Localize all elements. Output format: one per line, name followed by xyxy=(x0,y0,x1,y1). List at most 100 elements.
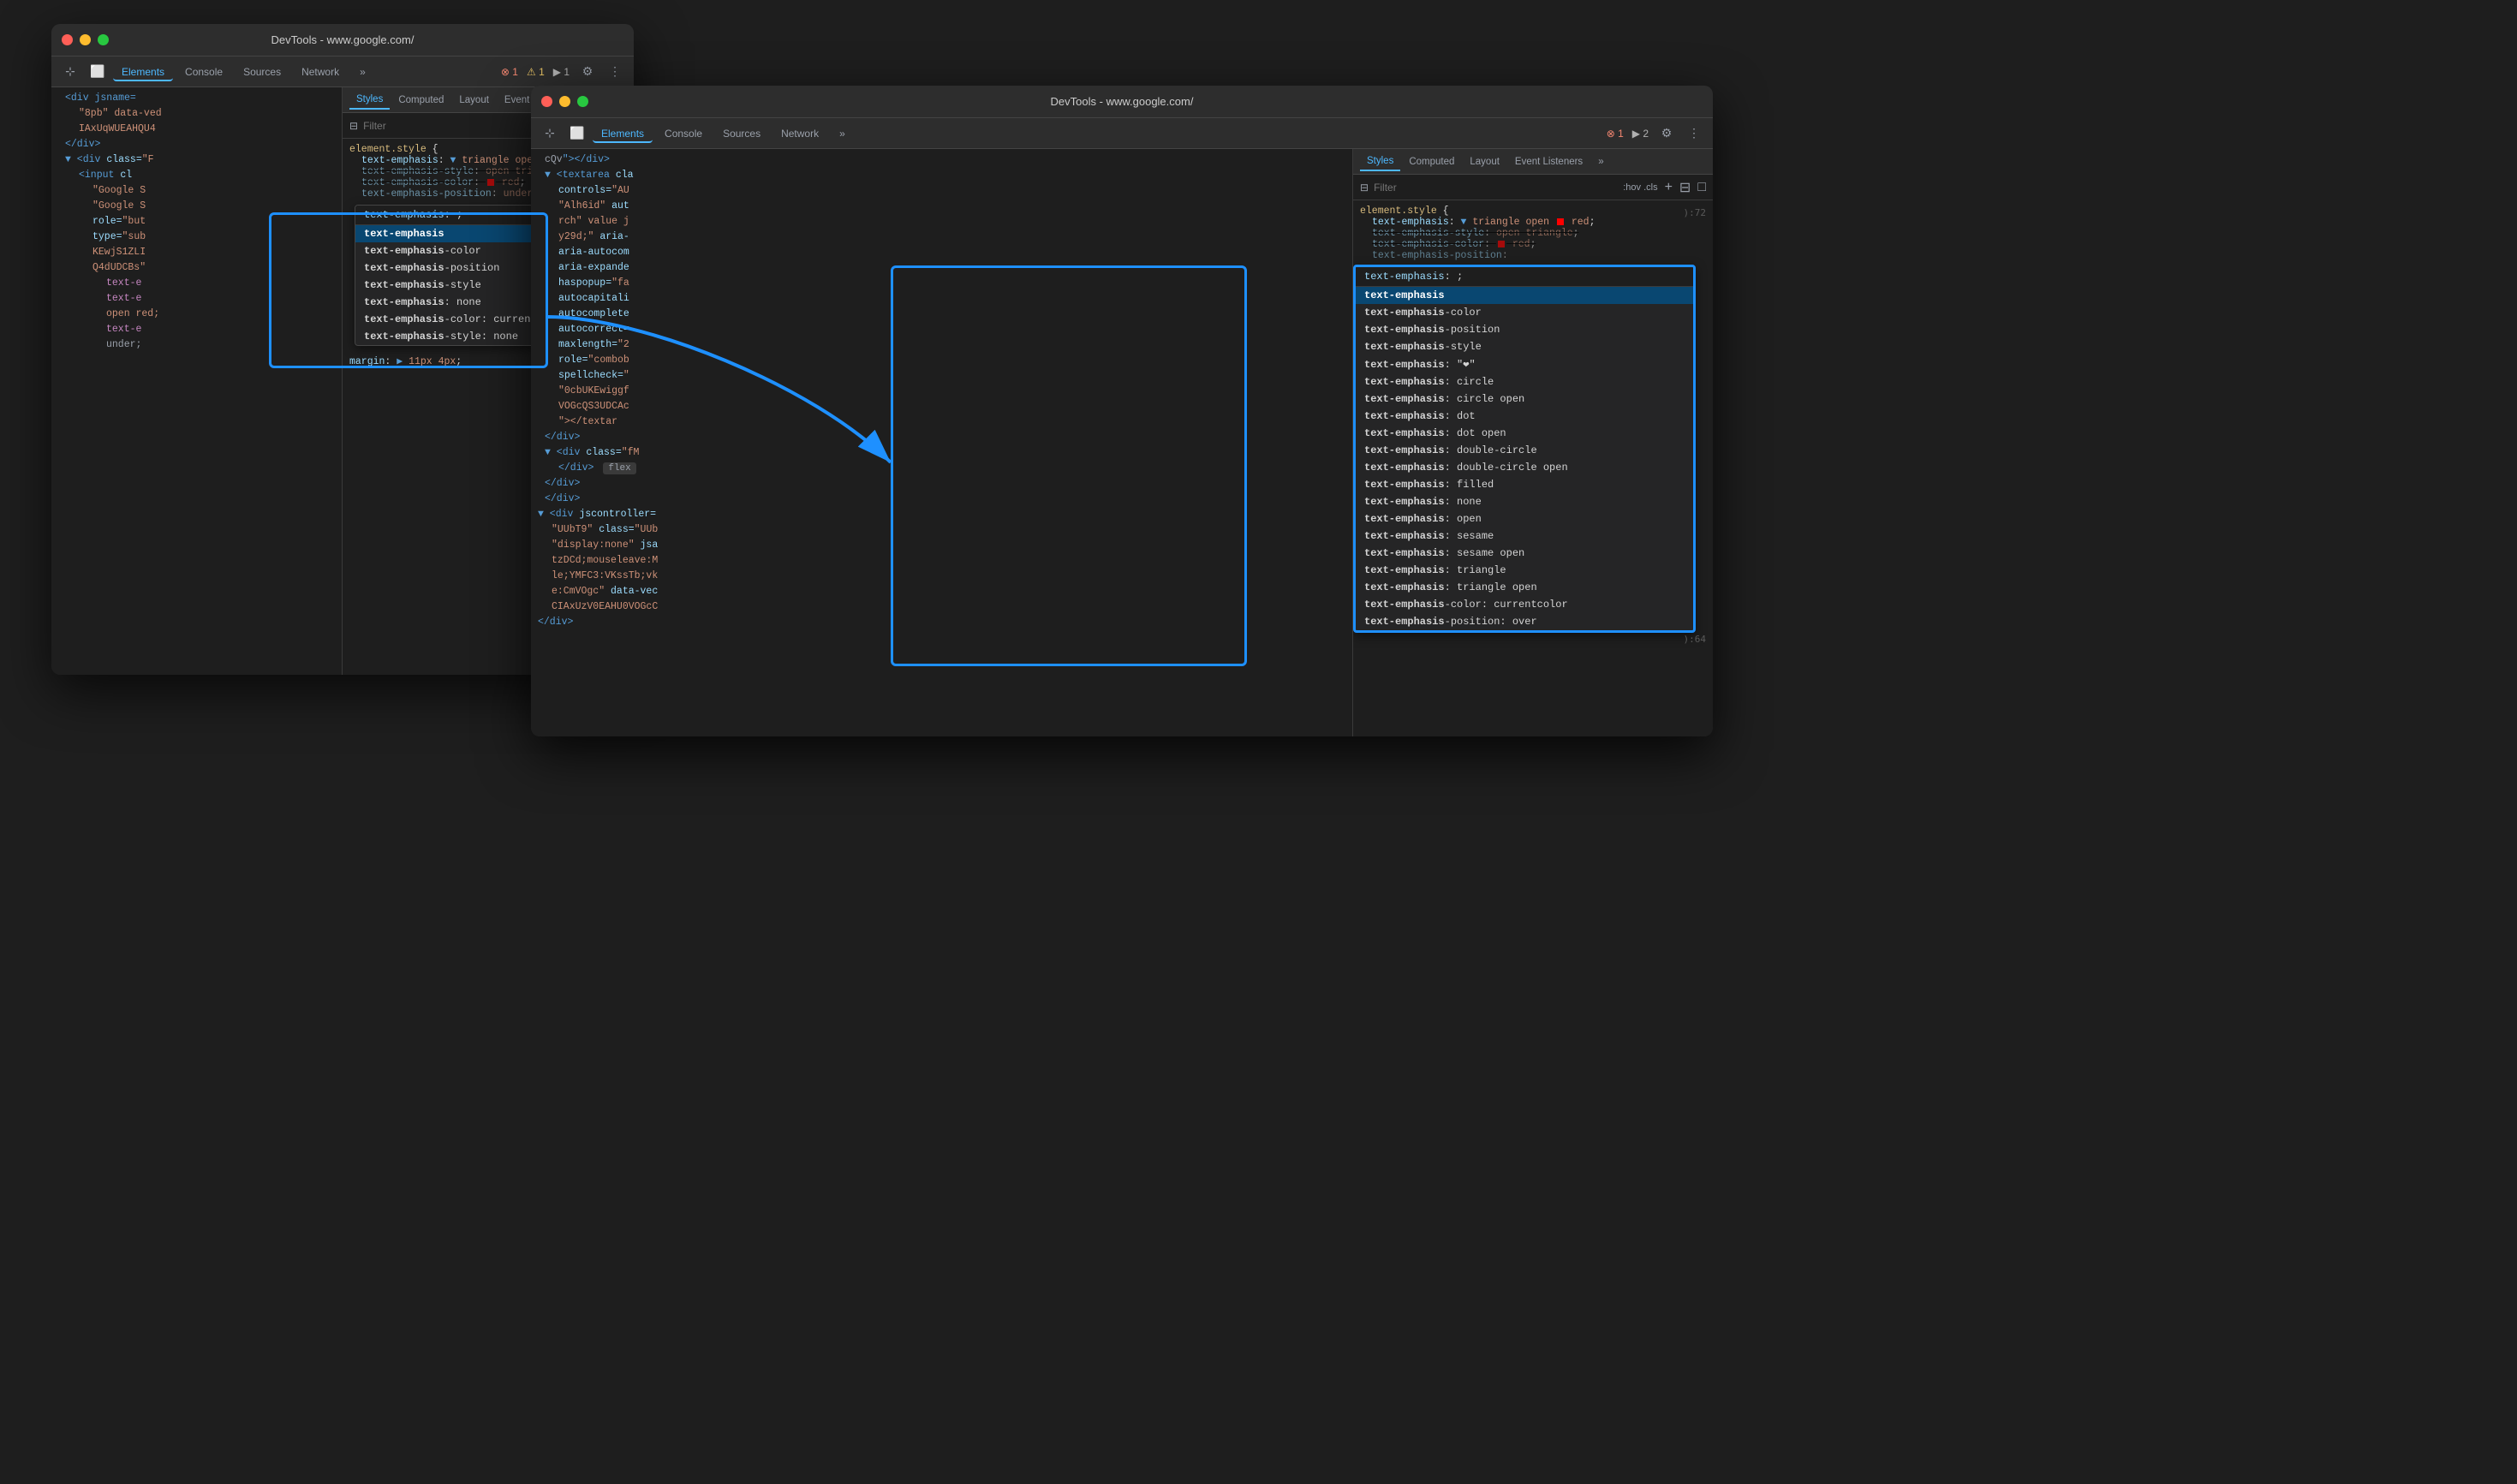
tab-more-bg[interactable]: » xyxy=(351,63,374,81)
ac-item-filled-fg[interactable]: text-emphasis: filled xyxy=(1356,476,1693,493)
tab-sources-bg[interactable]: Sources xyxy=(235,63,289,81)
dom-line-fg[interactable]: </div> flex xyxy=(531,461,1352,476)
computed-icon-fg[interactable]: □ xyxy=(1697,180,1706,195)
dom-line[interactable]: KEwjS1ZLI xyxy=(51,245,342,260)
dom-line-fg[interactable]: ▼ <textarea cla xyxy=(531,168,1352,183)
dom-line-fg[interactable]: autocapitali xyxy=(531,291,1352,307)
tab-network-bg[interactable]: Network xyxy=(293,63,348,81)
tab-more-fg[interactable]: » xyxy=(831,124,854,143)
dom-line[interactable]: IAxUqWUEAHQU4 xyxy=(51,122,342,137)
maximize-button[interactable] xyxy=(98,34,109,45)
dom-line[interactable]: role="but xyxy=(51,214,342,229)
tab-styles-bg[interactable]: Styles xyxy=(349,91,390,110)
dom-line-fg[interactable]: "display:none" jsa xyxy=(531,538,1352,553)
style-sheet-icon-fg[interactable]: ⊟ xyxy=(1679,179,1691,196)
dom-line-fg[interactable]: VOGcQS3UDCAc xyxy=(531,399,1352,414)
ac-item-open-fg[interactable]: text-emphasis: open xyxy=(1356,510,1693,527)
ac-item-sesame-fg[interactable]: text-emphasis: sesame xyxy=(1356,527,1693,545)
filter-input-fg[interactable] xyxy=(1374,182,1618,194)
device-toolbar-icon[interactable]: ⬜ xyxy=(86,60,110,84)
tab-network-fg[interactable]: Network xyxy=(772,124,827,143)
settings-icon-bg[interactable]: ⚙ xyxy=(576,60,599,84)
dom-line-fg[interactable]: aria-autocom xyxy=(531,245,1352,260)
add-style-icon-fg[interactable]: + xyxy=(1665,180,1673,195)
dom-line[interactable]: text-e xyxy=(51,322,342,337)
dom-line[interactable]: under; xyxy=(51,337,342,353)
close-button-fg[interactable] xyxy=(541,96,552,107)
tab-more-styles-fg[interactable]: » xyxy=(1591,153,1610,170)
dom-line-fg[interactable]: rch" value j xyxy=(531,214,1352,229)
ac-item-position-fg[interactable]: text-emphasis-position xyxy=(1356,321,1693,338)
dom-line-fg[interactable]: role="combob xyxy=(531,353,1352,368)
dom-line-fg[interactable]: </div> xyxy=(531,430,1352,445)
ac-item-heart-fg[interactable]: text-emphasis: "❤" xyxy=(1356,355,1693,373)
ac-item-text-emphasis-fg[interactable]: text-emphasis xyxy=(1356,287,1693,304)
select-element-icon[interactable]: ⊹ xyxy=(58,60,82,84)
dom-line[interactable]: open red; xyxy=(51,307,342,322)
dom-line-fg[interactable]: tzDCd;mouseleave:M xyxy=(531,553,1352,569)
dom-line-fg[interactable]: "Alh6id" aut xyxy=(531,199,1352,214)
ac-item-none-fg[interactable]: text-emphasis: none xyxy=(1356,493,1693,510)
filter-pseudo-fg[interactable]: :hov .cls xyxy=(1623,182,1657,193)
ac-item-dot-open-fg[interactable]: text-emphasis: dot open xyxy=(1356,425,1693,442)
dom-line-fg[interactable]: aria-expande xyxy=(531,260,1352,276)
dom-line-fg[interactable]: e:CmVOgc" data-vec xyxy=(531,584,1352,599)
maximize-button-fg[interactable] xyxy=(577,96,588,107)
dom-line[interactable]: <input cl xyxy=(51,168,342,183)
tab-sources-fg[interactable]: Sources xyxy=(714,124,769,143)
dom-line-fg[interactable]: cQv"></div> xyxy=(531,152,1352,168)
dom-line-fg[interactable]: autocorrect= xyxy=(531,322,1352,337)
ac-item-dot-fg[interactable]: text-emphasis: dot xyxy=(1356,408,1693,425)
tab-computed-fg[interactable]: Computed xyxy=(1402,153,1461,170)
minimize-button-fg[interactable] xyxy=(559,96,570,107)
dom-line[interactable]: text-e xyxy=(51,276,342,291)
device-toolbar-icon-fg[interactable]: ⬜ xyxy=(565,122,589,146)
dom-line-fg[interactable]: le;YMFC3:VKssTb;vk xyxy=(531,569,1352,584)
dom-line-fg[interactable]: "UUbT9" class="UUb xyxy=(531,522,1352,538)
dom-line-fg[interactable]: ▼ <div class="fM xyxy=(531,445,1352,461)
ac-item-position-over-fg[interactable]: text-emphasis-position: over xyxy=(1356,613,1693,630)
close-button[interactable] xyxy=(62,34,73,45)
dom-line-fg[interactable]: controls="AU xyxy=(531,183,1352,199)
tab-elements-bg[interactable]: Elements xyxy=(113,63,173,81)
dom-line-fg[interactable]: y29d;" aria- xyxy=(531,229,1352,245)
ac-item-style-fg[interactable]: text-emphasis-style xyxy=(1356,338,1693,355)
ac-item-circle-open-fg[interactable]: text-emphasis: circle open xyxy=(1356,390,1693,408)
minimize-button[interactable] xyxy=(80,34,91,45)
tab-layout-fg[interactable]: Layout xyxy=(1463,153,1506,170)
dom-line-fg[interactable]: "0cbUKEwiggf xyxy=(531,384,1352,399)
ac-item-color-fg[interactable]: text-emphasis-color xyxy=(1356,304,1693,321)
dom-line[interactable]: type="sub xyxy=(51,229,342,245)
settings-icon-fg[interactable]: ⚙ xyxy=(1655,122,1679,146)
dom-line[interactable]: </div> xyxy=(51,137,342,152)
tab-console-fg[interactable]: Console xyxy=(656,124,711,143)
dom-line-fg[interactable]: </div> xyxy=(531,476,1352,492)
more-icon-bg[interactable]: ⋮ xyxy=(603,60,627,84)
dom-line-fg[interactable]: autocomplete xyxy=(531,307,1352,322)
dom-line[interactable]: "8pb" data-ved xyxy=(51,106,342,122)
tab-layout-bg[interactable]: Layout xyxy=(452,92,496,109)
tab-event-listeners-fg[interactable]: Event Listeners xyxy=(1508,153,1590,170)
dom-line[interactable]: "Google S xyxy=(51,183,342,199)
dom-line-fg[interactable]: spellcheck=" xyxy=(531,368,1352,384)
dom-line-fg[interactable]: maxlength="2 xyxy=(531,337,1352,353)
select-element-icon-fg[interactable]: ⊹ xyxy=(538,122,562,146)
dom-line-fg[interactable]: haspopup="fa xyxy=(531,276,1352,291)
dom-line-fg[interactable]: </div> xyxy=(531,615,1352,630)
ac-item-circle-fg[interactable]: text-emphasis: circle xyxy=(1356,373,1693,390)
ac-item-triangle-fg[interactable]: text-emphasis: triangle xyxy=(1356,562,1693,579)
ac-item-double-circle-open-fg[interactable]: text-emphasis: double-circle open xyxy=(1356,459,1693,476)
dom-line[interactable]: "Google S xyxy=(51,199,342,214)
tab-styles-fg[interactable]: Styles xyxy=(1360,152,1400,171)
ac-item-double-circle-fg[interactable]: text-emphasis: double-circle xyxy=(1356,442,1693,459)
ac-item-currentcolor-fg[interactable]: text-emphasis-color: currentcolor xyxy=(1356,596,1693,613)
tab-console-bg[interactable]: Console xyxy=(176,63,231,81)
dom-line[interactable]: ▼ <div class="F xyxy=(51,152,342,168)
dom-line[interactable]: text-e xyxy=(51,291,342,307)
tab-computed-bg[interactable]: Computed xyxy=(391,92,450,109)
dom-line-fg[interactable]: "></textar xyxy=(531,414,1352,430)
dom-line[interactable]: Q4dUDCBs" xyxy=(51,260,342,276)
dom-line-fg[interactable]: CIAxUzV0EAHU0VOGcC xyxy=(531,599,1352,615)
tab-elements-fg[interactable]: Elements xyxy=(593,124,653,143)
ac-item-triangle-open-fg[interactable]: text-emphasis: triangle open xyxy=(1356,579,1693,596)
